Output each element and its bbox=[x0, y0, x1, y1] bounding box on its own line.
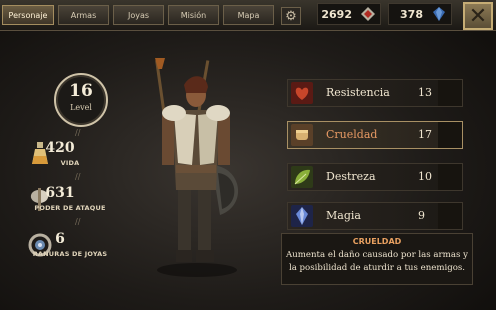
divider: // bbox=[75, 172, 81, 181]
attr-name: Magia bbox=[326, 209, 361, 222]
attr-bar bbox=[438, 203, 462, 229]
tab-armas[interactable]: Armas bbox=[58, 5, 109, 25]
jewel-slots-value: 6 bbox=[55, 231, 65, 247]
attack-value: 631 bbox=[45, 185, 75, 201]
attr-crueldad[interactable]: Crueldad 17 bbox=[287, 121, 463, 149]
attack-label: PODER DE ATAQUE bbox=[34, 204, 106, 212]
attr-resistencia[interactable]: Resistencia 13 bbox=[287, 79, 463, 107]
ruby-coin-icon bbox=[361, 7, 375, 21]
blue-gem-icon bbox=[433, 7, 445, 21]
top-bar: Personaje Armas Joyas Misión Mapa ⚙ 2692… bbox=[0, 0, 496, 31]
settings-gear-icon[interactable]: ⚙ bbox=[281, 7, 301, 25]
crystal-icon bbox=[291, 205, 313, 227]
stat-jewel-slots: 6 RANURAS DE JOYAS bbox=[20, 231, 130, 261]
tab-mapa[interactable]: Mapa bbox=[223, 5, 274, 25]
gold-amount: 2692 bbox=[321, 7, 352, 21]
gold-counter: 2692 bbox=[317, 3, 381, 25]
tab-joyas[interactable]: Joyas bbox=[113, 5, 164, 25]
attr-bar bbox=[438, 164, 462, 190]
description-title: CRUELDAD bbox=[352, 237, 402, 246]
divider: // bbox=[75, 128, 81, 137]
level-value: 16 bbox=[69, 81, 93, 101]
stat-health: 420 VIDA bbox=[20, 140, 130, 170]
gem-counter: 378 bbox=[388, 3, 452, 25]
attr-name: Resistencia bbox=[326, 86, 390, 99]
stat-attack: 631 PODER DE ATAQUE bbox=[20, 185, 130, 215]
health-label: VIDA bbox=[60, 159, 80, 167]
attribute-description-panel: CRUELDAD Aumenta el daño causado por las… bbox=[281, 233, 473, 285]
description-text: Aumenta el daño causado por las armas y … bbox=[286, 250, 468, 273]
jewel-slots-label: RANURAS DE JOYAS bbox=[32, 250, 108, 258]
close-x-icon: ✕ bbox=[468, 3, 488, 29]
character-model[interactable] bbox=[140, 55, 255, 280]
tab-mision[interactable]: Misión bbox=[168, 5, 219, 25]
attr-bar bbox=[438, 80, 462, 106]
level-badge: 16 Level bbox=[54, 73, 108, 127]
attr-bar bbox=[438, 122, 462, 148]
gem-amount: 378 bbox=[400, 7, 423, 21]
level-label: Level bbox=[70, 103, 92, 112]
fist-icon bbox=[291, 124, 313, 146]
attr-destreza[interactable]: Destreza 10 bbox=[287, 163, 463, 191]
divider: // bbox=[75, 217, 81, 226]
tab-personaje[interactable]: Personaje bbox=[2, 5, 54, 25]
heart-icon bbox=[291, 82, 313, 104]
leaf-icon bbox=[291, 166, 313, 188]
attr-magia[interactable]: Magia 9 bbox=[287, 202, 463, 230]
attr-name: Destreza bbox=[326, 170, 376, 183]
attr-name: Crueldad bbox=[326, 128, 378, 141]
health-value: 420 bbox=[45, 140, 75, 156]
close-button[interactable]: ✕ bbox=[463, 2, 493, 30]
